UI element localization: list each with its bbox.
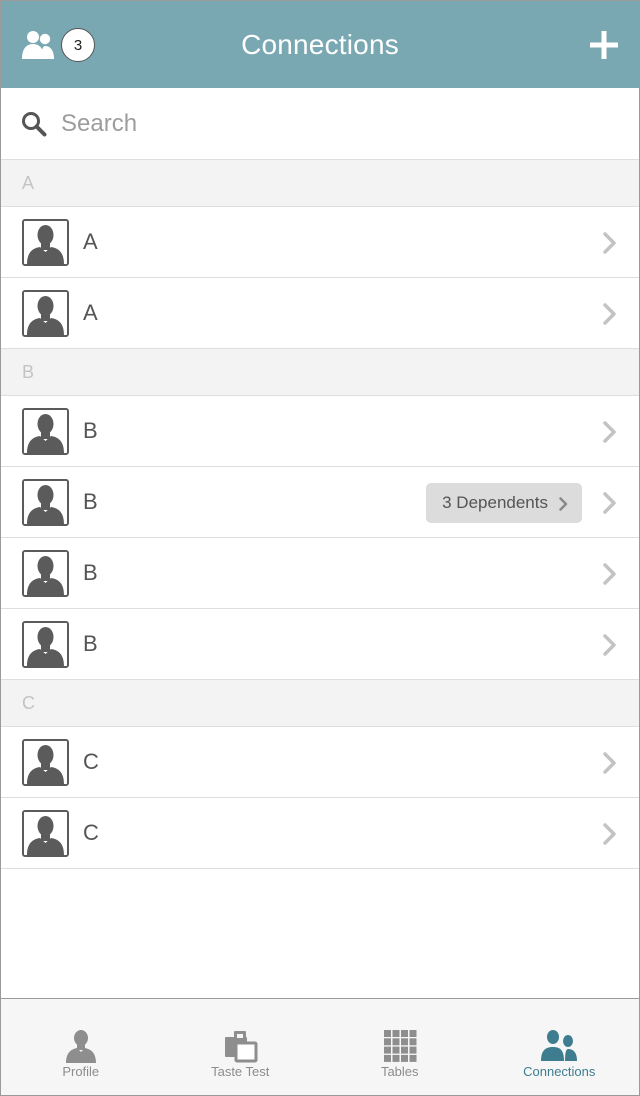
tab-bar: Profile Taste Test Tables Connections <box>1 998 639 1095</box>
person-icon <box>63 1029 99 1063</box>
tab-label: Profile <box>62 1064 100 1079</box>
list-item[interactable]: A <box>1 278 639 349</box>
page-title: Connections <box>241 28 399 60</box>
connections-list: A A AB B B3 Dependents B B C C C <box>1 160 639 869</box>
tab-profile[interactable]: Profile <box>1 999 161 1095</box>
chevron-right-icon <box>603 563 617 585</box>
list-item[interactable]: C <box>1 727 639 798</box>
contact-name: C <box>83 749 99 774</box>
contact-name: B <box>83 560 98 585</box>
connections-count-group[interactable]: 3 <box>21 28 95 62</box>
dependents-label: 3 Dependents <box>442 493 548 512</box>
chevron-right-icon <box>603 752 617 774</box>
contact-name: B <box>83 631 98 656</box>
avatar-icon <box>22 407 69 455</box>
tab-label: Tables <box>380 1064 419 1079</box>
contact-name: A <box>83 300 98 325</box>
tab-taste-test[interactable]: Taste Test <box>161 999 321 1095</box>
chevron-right-icon <box>603 823 617 845</box>
grid-icon <box>382 1029 418 1063</box>
connections-count-badge: 3 <box>61 28 95 62</box>
contact-name: B <box>83 418 98 443</box>
list-item[interactable]: A <box>1 207 639 278</box>
chevron-right-icon <box>603 634 617 656</box>
tab-connections[interactable]: Connections <box>480 999 640 1095</box>
avatar-icon <box>22 478 69 526</box>
section-header-a: A <box>1 160 639 207</box>
contact-name: C <box>83 820 99 845</box>
avatar-icon <box>22 218 69 266</box>
dependents-button[interactable]: 3 Dependents <box>426 483 582 523</box>
avatar-icon <box>22 620 69 668</box>
search-icon <box>22 111 47 136</box>
section-header-b: B <box>1 349 639 396</box>
taste-test-icon <box>222 1029 258 1063</box>
list-item[interactable]: B 3 Dependents <box>1 467 639 538</box>
header-bar: 3 Connections <box>1 1 639 88</box>
connections-icon <box>541 1029 578 1063</box>
search-bar <box>1 88 639 160</box>
search-input[interactable] <box>61 109 581 138</box>
list-item[interactable]: C <box>1 798 639 869</box>
avatar-icon <box>22 549 69 597</box>
list-item[interactable]: B <box>1 609 639 680</box>
tab-label: Connections <box>523 1064 596 1079</box>
contact-name: A <box>83 229 98 254</box>
avatar-icon <box>22 289 69 337</box>
section-header-c: C <box>1 680 639 727</box>
chevron-right-icon <box>603 232 617 254</box>
chevron-right-icon <box>603 492 617 514</box>
people-group-icon <box>22 31 54 59</box>
chevron-right-icon <box>603 303 617 325</box>
chevron-right-icon <box>603 421 617 443</box>
chevron-right-icon <box>559 496 568 511</box>
avatar-icon <box>22 738 69 786</box>
list-item[interactable]: B <box>1 538 639 609</box>
list-item[interactable]: B <box>1 396 639 467</box>
tab-tables[interactable]: Tables <box>320 999 480 1095</box>
avatar-icon <box>22 809 69 857</box>
tab-label: Taste Test <box>211 1064 270 1079</box>
plus-icon[interactable] <box>589 30 619 60</box>
contact-name: B <box>83 489 98 514</box>
